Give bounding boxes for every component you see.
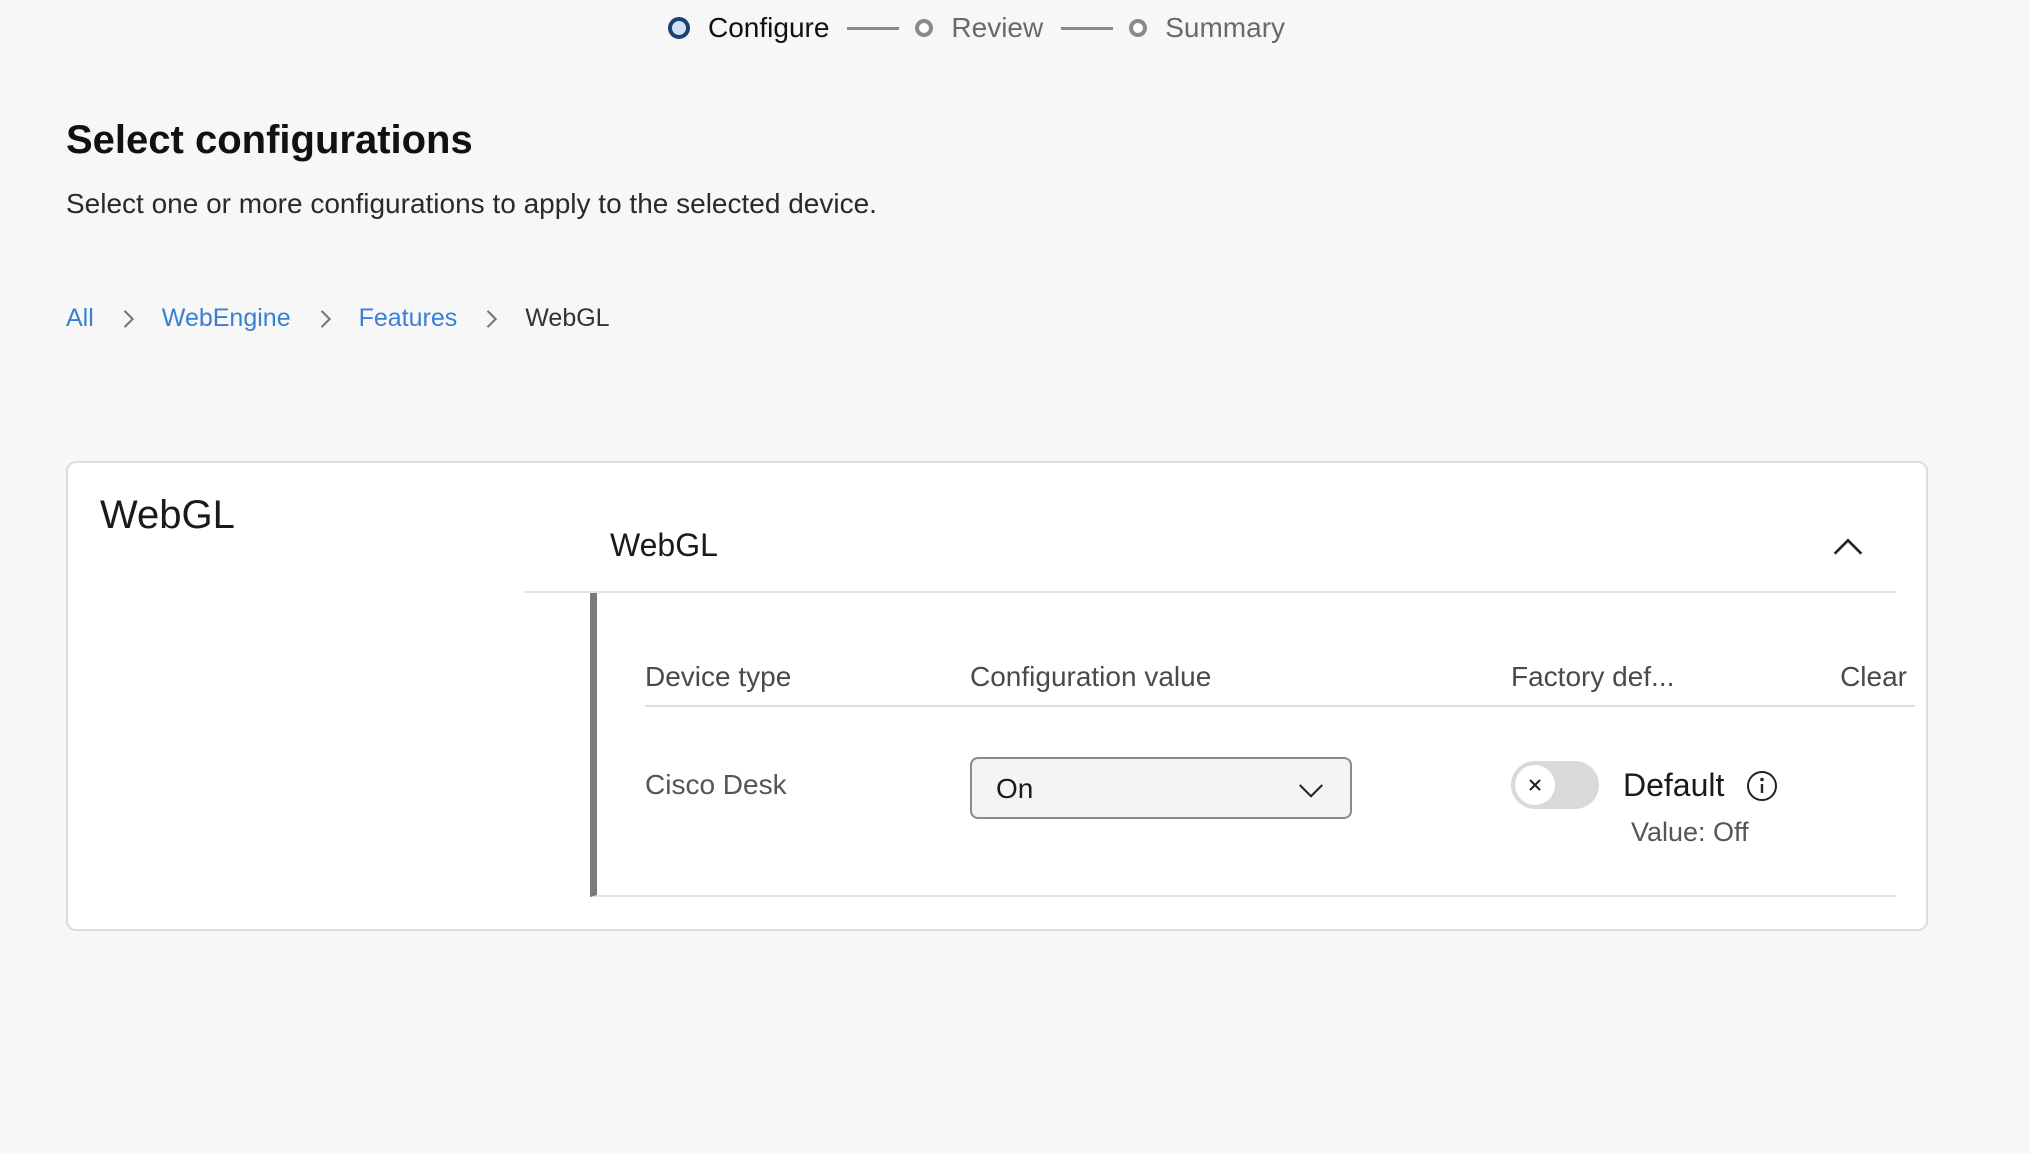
info-icon[interactable] xyxy=(1745,769,1779,803)
toggle-knob xyxy=(1515,765,1555,805)
default-label: Default xyxy=(1623,767,1725,803)
step-configure[interactable]: Configure xyxy=(668,12,829,44)
breadcrumb-current: WebGL xyxy=(525,304,610,332)
step-review-indicator-icon xyxy=(915,19,934,37)
default-value: Value: Off xyxy=(1631,817,1749,847)
step-summary-label: Summary xyxy=(1165,12,1286,43)
column-header-factory-default: Factory def... xyxy=(1511,661,1675,692)
chevron-right-icon xyxy=(123,309,134,328)
chevron-right-icon xyxy=(320,309,331,328)
card-category-title: WebGL xyxy=(100,493,235,537)
step-summary-indicator-icon xyxy=(1129,19,1148,37)
config-section: WebGL Device type Configuration value Fa… xyxy=(524,463,1915,929)
section-header[interactable]: WebGL xyxy=(524,463,1896,593)
step-configure-indicator-icon xyxy=(668,17,690,39)
breadcrumb-item-features[interactable]: Features xyxy=(359,304,458,333)
step-review[interactable]: Review xyxy=(915,12,1043,44)
column-header-clear: Clear xyxy=(1840,661,1907,692)
step-connector xyxy=(847,26,900,30)
chevron-right-icon xyxy=(487,309,498,328)
column-header-configuration-value: Configuration value xyxy=(970,661,1212,692)
device-type-cell: Cisco Desk xyxy=(645,769,787,800)
section-body: Device type Configuration value Factory … xyxy=(590,593,1915,897)
page-title: Select configurations xyxy=(66,118,473,162)
configuration-card: WebGL WebGL Device type Configuration va… xyxy=(66,461,1928,931)
table-header: Device type Configuration value Factory … xyxy=(645,651,1915,707)
step-connector xyxy=(1061,26,1114,30)
breadcrumb-item-webengine[interactable]: WebEngine xyxy=(162,304,291,333)
section-title: WebGL xyxy=(610,527,718,563)
step-review-label: Review xyxy=(951,12,1044,43)
factory-default-toggle[interactable] xyxy=(1511,761,1599,809)
progress-stepper: Configure Review Summary xyxy=(668,8,1285,48)
x-icon xyxy=(1529,779,1541,791)
table-row: Cisco Desk On Default Value: Off xyxy=(645,707,1915,887)
step-summary[interactable]: Summary xyxy=(1129,12,1285,44)
column-header-device-type: Device type xyxy=(645,661,792,692)
breadcrumb-item-all[interactable]: All xyxy=(66,304,94,333)
breadcrumb: All WebEngine Features WebGL xyxy=(66,304,610,333)
select-selected-value: On xyxy=(996,773,1034,804)
chevron-up-icon[interactable] xyxy=(1828,527,1868,567)
page-subtitle: Select one or more configurations to app… xyxy=(66,188,877,219)
chevron-down-icon xyxy=(1299,784,1323,798)
step-configure-label: Configure xyxy=(708,12,830,43)
configuration-value-select[interactable]: On xyxy=(970,757,1352,819)
